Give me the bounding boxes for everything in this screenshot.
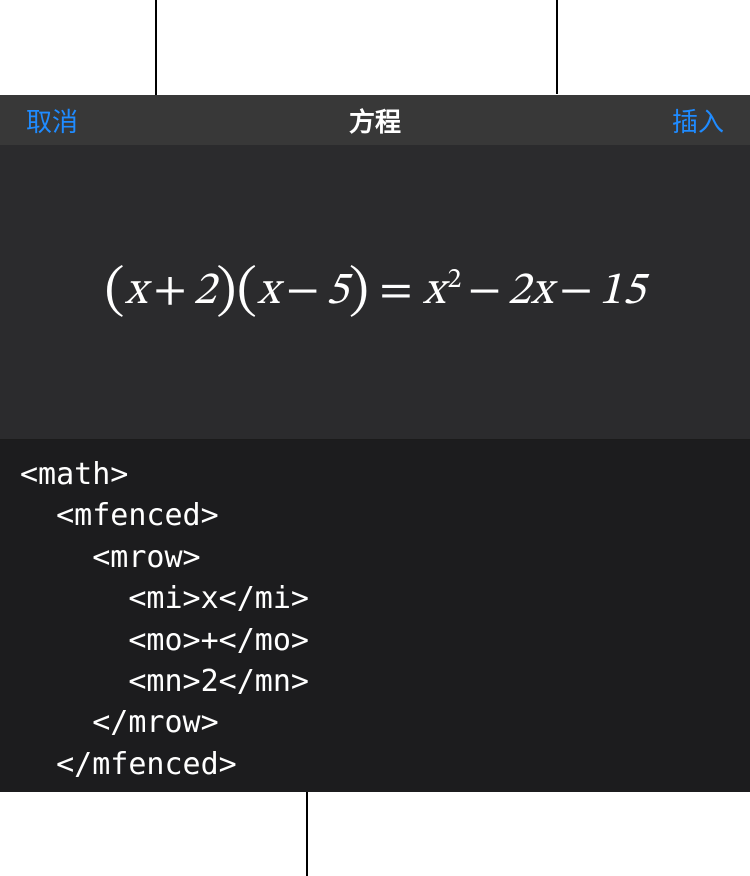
cancel-button[interactable]: 取消 [26,102,78,139]
mathml-code-input[interactable]: <math> <mfenced> <mrow> <mi>x</mi> <mo>+… [0,440,750,792]
callout-line-code [306,792,308,876]
equation-preview-pane: (x+2)(x−5)=x2−2x−15 [0,145,750,440]
equation-editor-modal: 取消 方程 插入 (x+2)(x−5)=x2−2x−15 <math> <mfe… [0,95,750,792]
nav-bar: 取消 方程 插入 [0,95,750,145]
callout-line-insert [556,0,558,94]
insert-button[interactable]: 插入 [672,102,724,139]
modal-title: 方程 [349,102,401,139]
rendered-equation: (x+2)(x−5)=x2−2x−15 [104,257,645,327]
